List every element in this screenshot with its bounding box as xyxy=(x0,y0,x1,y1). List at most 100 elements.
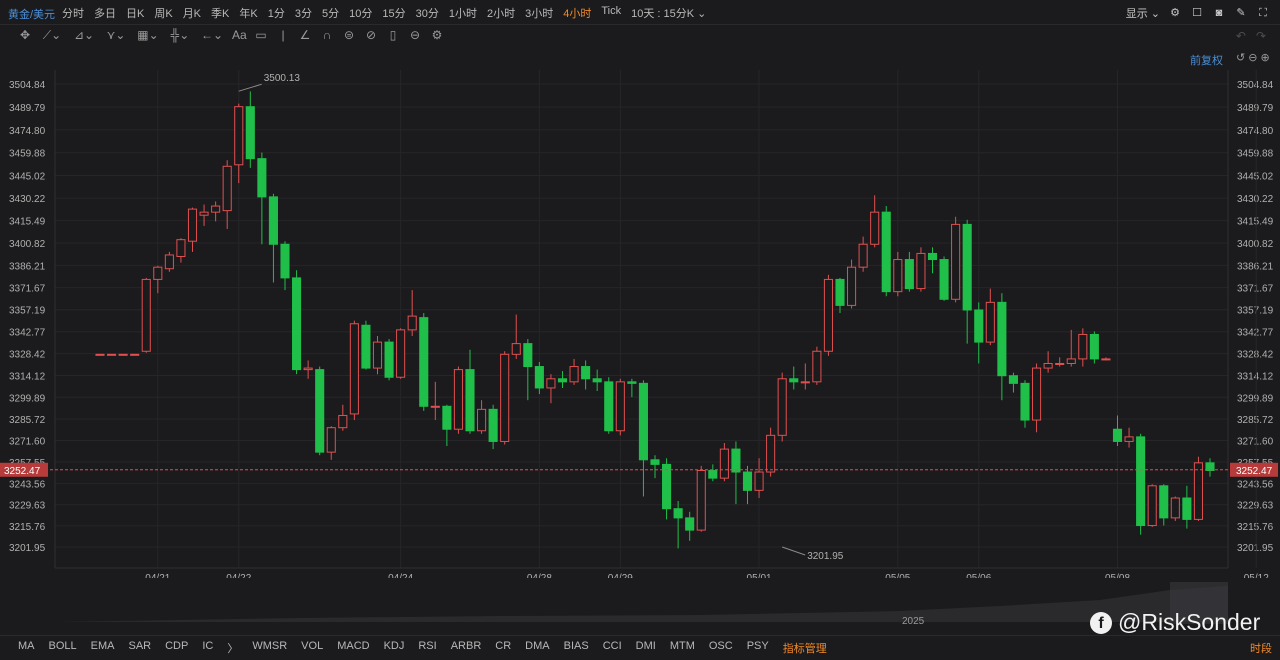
period-tab[interactable]: 月K xyxy=(183,5,201,21)
zoom-in-icon[interactable]: ⊕ xyxy=(1260,51,1269,64)
candle-body[interactable] xyxy=(835,278,845,306)
candle-body[interactable] xyxy=(1124,436,1134,442)
candle-body[interactable] xyxy=(800,381,810,384)
indicator-item[interactable]: DMA xyxy=(525,640,549,656)
candle-body[interactable] xyxy=(685,517,695,531)
period-tab[interactable]: 周K xyxy=(154,5,172,21)
indicator-item[interactable]: KDJ xyxy=(384,640,405,656)
candle-body[interactable] xyxy=(534,366,544,389)
candle-body[interactable] xyxy=(372,341,383,369)
candle-body[interactable] xyxy=(268,196,278,245)
pen-icon[interactable]: ✎ xyxy=(1234,6,1248,20)
period-tab[interactable]: 10天 : 15分K ⌄ xyxy=(631,5,706,21)
candle-body[interactable] xyxy=(719,448,729,479)
candle-body[interactable] xyxy=(650,459,660,465)
zoom-out-icon[interactable]: ⊖ xyxy=(1248,51,1257,64)
indicator-item[interactable]: 〉 xyxy=(227,640,238,656)
channel-tool-icon[interactable]: ⊿⌄ xyxy=(72,28,96,43)
candle-body[interactable] xyxy=(823,278,833,352)
period-tab[interactable]: 多日 xyxy=(94,5,116,21)
time-segment-button[interactable]: 时段 xyxy=(1250,640,1272,656)
indicator-item[interactable]: CCI xyxy=(603,640,622,656)
indicator-item[interactable]: DMI xyxy=(636,640,656,656)
candle-body[interactable] xyxy=(465,369,475,432)
candle-body[interactable] xyxy=(569,366,579,383)
magnet-icon[interactable]: ∩ xyxy=(320,28,334,43)
candle-body[interactable] xyxy=(257,158,267,198)
candle-body[interactable] xyxy=(1159,485,1169,519)
candle-body[interactable] xyxy=(1008,375,1018,384)
period-tab[interactable]: 年K xyxy=(239,5,257,21)
candle-body[interactable] xyxy=(523,343,533,368)
candle-body[interactable] xyxy=(604,381,614,432)
period-tab[interactable]: 分时 xyxy=(62,5,84,21)
candle-body[interactable] xyxy=(592,378,602,383)
candle-body[interactable] xyxy=(430,405,440,408)
indicator-manager-button[interactable]: 指标管理 xyxy=(783,640,827,656)
candle-body[interactable] xyxy=(488,408,498,442)
candle-body[interactable] xyxy=(1170,497,1180,519)
candle-body[interactable] xyxy=(107,353,117,356)
indicator-item[interactable]: IC xyxy=(202,640,213,656)
candle-body[interactable] xyxy=(627,381,637,384)
candle-body[interactable] xyxy=(199,211,209,216)
indicator-item[interactable]: BIAS xyxy=(564,640,589,656)
candle-body[interactable] xyxy=(638,382,648,461)
undo-icon[interactable]: ↶ xyxy=(1236,29,1246,43)
candle-body[interactable] xyxy=(1147,485,1157,527)
candle-body[interactable] xyxy=(292,277,302,371)
grid-tool-icon[interactable]: ▦⌄ xyxy=(136,28,160,43)
candle-body[interactable] xyxy=(338,414,348,429)
candle-body[interactable] xyxy=(858,243,868,268)
indicator-item[interactable]: MACD xyxy=(337,640,369,656)
candle-body[interactable] xyxy=(615,381,625,432)
text-tool-icon[interactable]: Aa xyxy=(232,28,247,43)
candle-body[interactable] xyxy=(1066,358,1076,364)
candle-body[interactable] xyxy=(1043,362,1053,369)
period-tab[interactable]: 4小时 xyxy=(563,5,591,21)
indicator-item[interactable]: OSC xyxy=(709,640,733,656)
indicator-item[interactable]: EMA xyxy=(91,640,115,656)
indicator-item[interactable]: CDP xyxy=(165,640,188,656)
candle-body[interactable] xyxy=(234,106,244,166)
period-tab[interactable]: 10分 xyxy=(349,5,372,21)
lock-icon[interactable]: ⊜ xyxy=(342,28,356,43)
indicator-item[interactable]: RSI xyxy=(418,640,436,656)
period-tab[interactable]: 2小时 xyxy=(487,5,515,21)
period-tab[interactable]: 5分 xyxy=(322,5,339,21)
candle-body[interactable] xyxy=(1032,367,1042,421)
candle-body[interactable] xyxy=(95,353,105,356)
brush-icon[interactable]: ∠ xyxy=(298,28,312,43)
indicator-item[interactable]: VOL xyxy=(301,640,323,656)
camera-icon[interactable]: ◙ xyxy=(1212,6,1226,20)
candle-body[interactable] xyxy=(407,315,417,331)
period-tab[interactable]: 30分 xyxy=(416,5,439,21)
candle-body[interactable] xyxy=(130,353,140,356)
settings-icon[interactable]: ⚙ xyxy=(430,28,444,43)
trash-icon[interactable]: ▯ xyxy=(386,28,400,43)
candle-body[interactable] xyxy=(881,211,891,293)
candle-body[interactable] xyxy=(349,323,359,415)
candle-body[interactable] xyxy=(164,254,174,270)
candle-body[interactable] xyxy=(1089,333,1099,360)
candle-body[interactable] xyxy=(187,208,198,242)
candle-body[interactable] xyxy=(696,469,706,531)
measure-tool-icon[interactable]: ╬⌄ xyxy=(168,28,192,43)
candle-body[interactable] xyxy=(673,508,683,519)
indicator-item[interactable]: BOLL xyxy=(49,640,77,656)
candle-body[interactable] xyxy=(511,343,521,355)
candle-body[interactable] xyxy=(951,223,961,300)
fullscreen-icon[interactable]: ⛶ xyxy=(1256,6,1270,20)
candle-body[interactable] xyxy=(904,259,914,290)
candle-body[interactable] xyxy=(742,471,753,491)
candle-body[interactable] xyxy=(985,301,995,343)
candle-body[interactable] xyxy=(315,369,325,453)
candle-body[interactable] xyxy=(777,378,787,436)
candle-body[interactable] xyxy=(997,301,1007,377)
comment-icon[interactable]: ▭ xyxy=(254,28,268,43)
range-navigator[interactable] xyxy=(0,578,1280,630)
candle-body[interactable] xyxy=(442,405,452,430)
period-tab[interactable]: Tick xyxy=(601,5,621,21)
move-icon[interactable]: ✥ xyxy=(18,28,32,43)
display-menu[interactable]: 显示 ⌄ xyxy=(1126,5,1160,21)
